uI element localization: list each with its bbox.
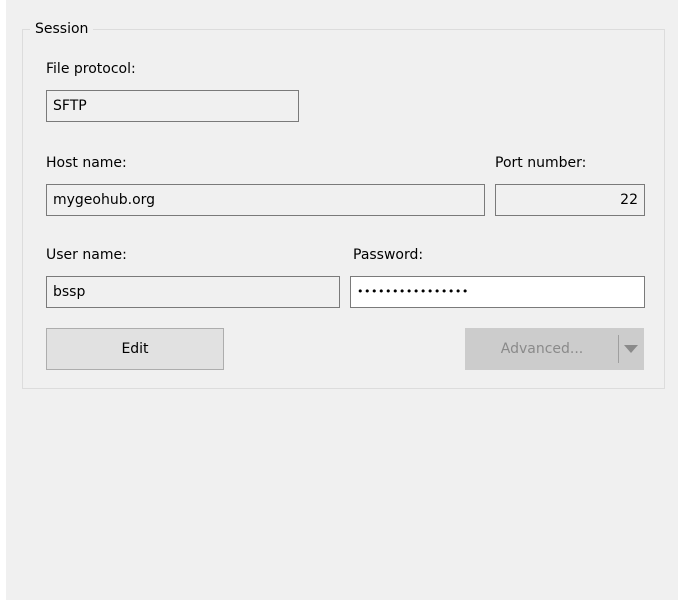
chevron-down-icon	[624, 345, 638, 353]
user-name-label: User name:	[46, 247, 127, 263]
host-name-label: Host name:	[46, 155, 127, 171]
port-number-label: Port number:	[495, 155, 587, 171]
port-number-field[interactable]: 22	[495, 184, 645, 216]
user-name-field[interactable]: bssp	[46, 276, 340, 308]
session-group-label: Session	[30, 19, 94, 39]
host-name-field[interactable]: mygeohub.org	[46, 184, 485, 216]
advanced-dropdown-button[interactable]	[619, 329, 643, 369]
advanced-split-button[interactable]: Advanced...	[465, 328, 644, 370]
password-label: Password:	[353, 247, 424, 263]
advanced-button-label: Advanced...	[500, 341, 584, 357]
password-field[interactable]: ••••••••••••••••	[350, 276, 645, 308]
edit-button[interactable]: Edit	[46, 328, 224, 370]
file-protocol-label: File protocol:	[46, 61, 136, 77]
file-protocol-field[interactable]: SFTP	[46, 90, 299, 122]
